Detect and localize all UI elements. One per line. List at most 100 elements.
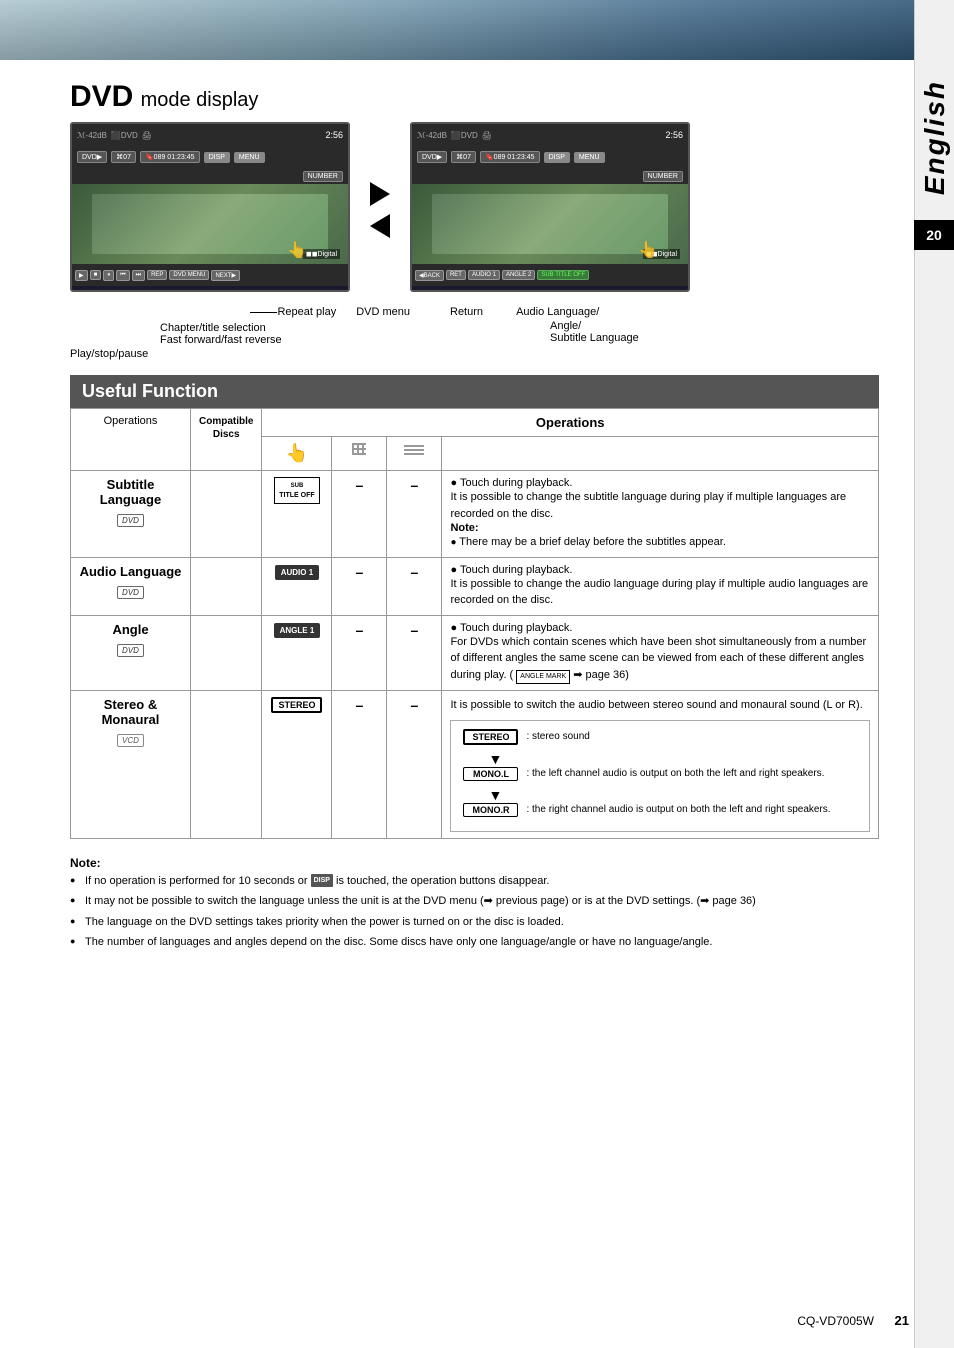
subtitle-row-name: Subtitle Language DVD: [71, 471, 191, 558]
table-row-audio: Audio Language DVD AUDIO 1 – – Touch dur…: [71, 557, 879, 615]
op-icon-col: 👆: [262, 437, 332, 471]
arrow-left: [370, 214, 390, 238]
screen1-number: NUMBER: [303, 171, 343, 182]
screen2-controls-row: DVD▶ ⌘07 🔖089 01:23:45 DISP MENU: [412, 146, 688, 168]
touch-indicator2: 👆: [638, 240, 658, 260]
arrow-down-2: ▼: [488, 787, 857, 803]
footer-next-label: NEXT▶: [211, 270, 240, 281]
mode-display-label: mode display: [141, 89, 259, 111]
screen1-dvd-btn: DVD▶: [77, 151, 107, 163]
angle-touch-text: Touch during playback.: [450, 622, 870, 634]
subtitle-description: It is possible to change the subtitle la…: [450, 489, 870, 522]
arrow-container: [370, 182, 390, 238]
audio-angle-text: Audio Language/: [516, 306, 599, 318]
screen1-stat1: ℳ-42dB: [77, 131, 107, 140]
note-bullet-3: The language on the DVD settings takes p…: [70, 914, 879, 932]
screen2-footer: ◀BACK RET AUDIO 1 ANGLE 2 SUB TITLE OFF …: [412, 264, 688, 286]
subtitle-op3: –: [387, 471, 442, 558]
useful-function-title: Useful Function: [82, 381, 218, 401]
screen2-track: ⌘07: [451, 151, 476, 163]
footer-next: ⏭: [132, 270, 145, 281]
screen2: ℳ-42dB ⬛DVD 🖨 2:56 DVD▶ ⌘07 🔖089 01:23:4…: [410, 122, 690, 292]
screen2-back: ◀BACK: [415, 270, 444, 281]
subtitle-function-name: Subtitle Language: [79, 477, 182, 507]
subtitle-off-btn: SUB TITLE OFF: [274, 477, 319, 504]
audio-description: It is possible to change the audio langu…: [450, 576, 870, 609]
footer-rep: REP: [147, 270, 167, 280]
screen1-menu-btn: MENU: [234, 152, 265, 163]
stereo-op3: –: [387, 691, 442, 839]
dvd-menu-label: DVD menu: [356, 306, 410, 318]
lines-icon: [404, 443, 424, 455]
chapter-label-row: Chapter/title selection Fast forward/fas…: [160, 322, 410, 346]
angle-op3: –: [387, 615, 442, 691]
table-row-subtitle: Subtitle Language DVD SUB TITLE OFF – – …: [71, 471, 879, 558]
stereo-diagram-desc: : stereo sound: [526, 730, 589, 744]
screen1-stat2: ⬛DVD: [111, 131, 138, 140]
return-text: Return: [450, 306, 483, 318]
vcd-disc-badge: VCD: [117, 734, 144, 747]
subtitle-lang-label: Subtitle Language: [550, 332, 879, 344]
table-row-angle: Angle DVD ANGLE 1 – – Touch during playb…: [71, 615, 879, 691]
audio-disc-badge: DVD: [79, 583, 182, 599]
compatible-discs-label: CompatibleDiscs: [199, 416, 253, 440]
angle-disc-badge: DVD: [79, 641, 182, 657]
angle-desc: Touch during playback. For DVDs which co…: [442, 615, 879, 691]
screen1-time: 2:56: [325, 130, 343, 140]
screen2-stat2: ⬛DVD: [451, 131, 478, 140]
screen1-header: ℳ-42dB ⬛DVD 🖨 2:56: [72, 124, 348, 146]
audio-btn-container: AUDIO 1: [270, 564, 323, 580]
screen2-subtitle: SUB TITLE OFF: [537, 270, 589, 280]
return-label: Return Audio Language/: [450, 306, 879, 318]
angle1-btn: ANGLE 1: [274, 623, 321, 638]
footer-prev: ⏮: [116, 270, 129, 281]
language-label: English: [919, 80, 951, 195]
screen2-disc-icon: 🖨: [482, 131, 492, 140]
subtitle-desc: Touch during playback. It is possible to…: [442, 471, 879, 558]
screen1-time-display: 🔖089 01:23:45: [140, 151, 200, 163]
stereo-description: It is possible to switch the audio betwe…: [450, 697, 870, 714]
screen1-digital-badge: ◼◼Digital: [303, 249, 340, 259]
operations-header-text: Operations: [536, 415, 605, 430]
note-bullet-2: It may not be possible to switch the lan…: [70, 893, 879, 911]
audio-dvd-badge: DVD: [117, 586, 144, 599]
audio-op1: AUDIO 1: [262, 557, 332, 615]
arrow-right: [370, 182, 390, 206]
audio-compatible: [191, 557, 262, 615]
op-desc-col: [442, 437, 879, 471]
stereo-row-name: Stereo & Monaural VCD: [71, 691, 191, 839]
notes-section: Note: If no operation is performed for 1…: [70, 854, 879, 953]
angle-touch-label: Touch during playback.: [460, 622, 573, 634]
screen2-number: NUMBER: [643, 171, 683, 182]
stereo-disc-badge: VCD: [79, 731, 182, 747]
subtitle-op1: SUB TITLE OFF: [262, 471, 332, 558]
op-grid-col: [332, 437, 387, 471]
right-sidebar: English 20: [914, 0, 954, 1348]
product-code: CQ-VD7005W: [797, 1314, 874, 1328]
label-area-right: Return Audio Language/ Angle/ Subtitle L…: [410, 302, 879, 360]
angle-dvd-badge: DVD: [117, 644, 144, 657]
screen2-disp-btn: DISP: [544, 152, 570, 163]
col-operations-header: Operations: [71, 409, 191, 471]
stereo-op1: STEREO: [262, 691, 332, 839]
grid-icon: [352, 443, 366, 455]
screen2-ret: RET: [446, 270, 466, 280]
subtitle-note-bullet: There may be a brief delay before the su…: [450, 534, 870, 551]
screen2-dvd-btn: DVD▶: [417, 151, 447, 163]
angle-op1: ANGLE 1: [262, 615, 332, 691]
monol-diagram-row: MONO.L : the left channel audio is outpu…: [463, 767, 857, 781]
top-banner: [0, 0, 954, 60]
screen2-stat1: ℳ-42dB: [417, 131, 447, 140]
page-number-bottom: 21: [895, 1313, 909, 1328]
screen1-number-row: NUMBER: [72, 168, 348, 184]
screen2-number-row: NUMBER: [412, 168, 688, 184]
angle-row-name: Angle DVD: [71, 615, 191, 691]
note-bullet-1: If no operation is performed for 10 seco…: [70, 873, 879, 891]
footer-dvd-menu: DVD MENU: [169, 270, 209, 280]
footer-stop: ■: [90, 270, 102, 280]
dvd-disc-badge: DVD: [117, 514, 144, 527]
operations-label: Operations: [104, 415, 158, 427]
page-number-box: 20: [914, 220, 954, 250]
stereo-btn-container: STEREO: [270, 697, 323, 713]
angle-mark: ANGLE MARK: [516, 670, 570, 685]
